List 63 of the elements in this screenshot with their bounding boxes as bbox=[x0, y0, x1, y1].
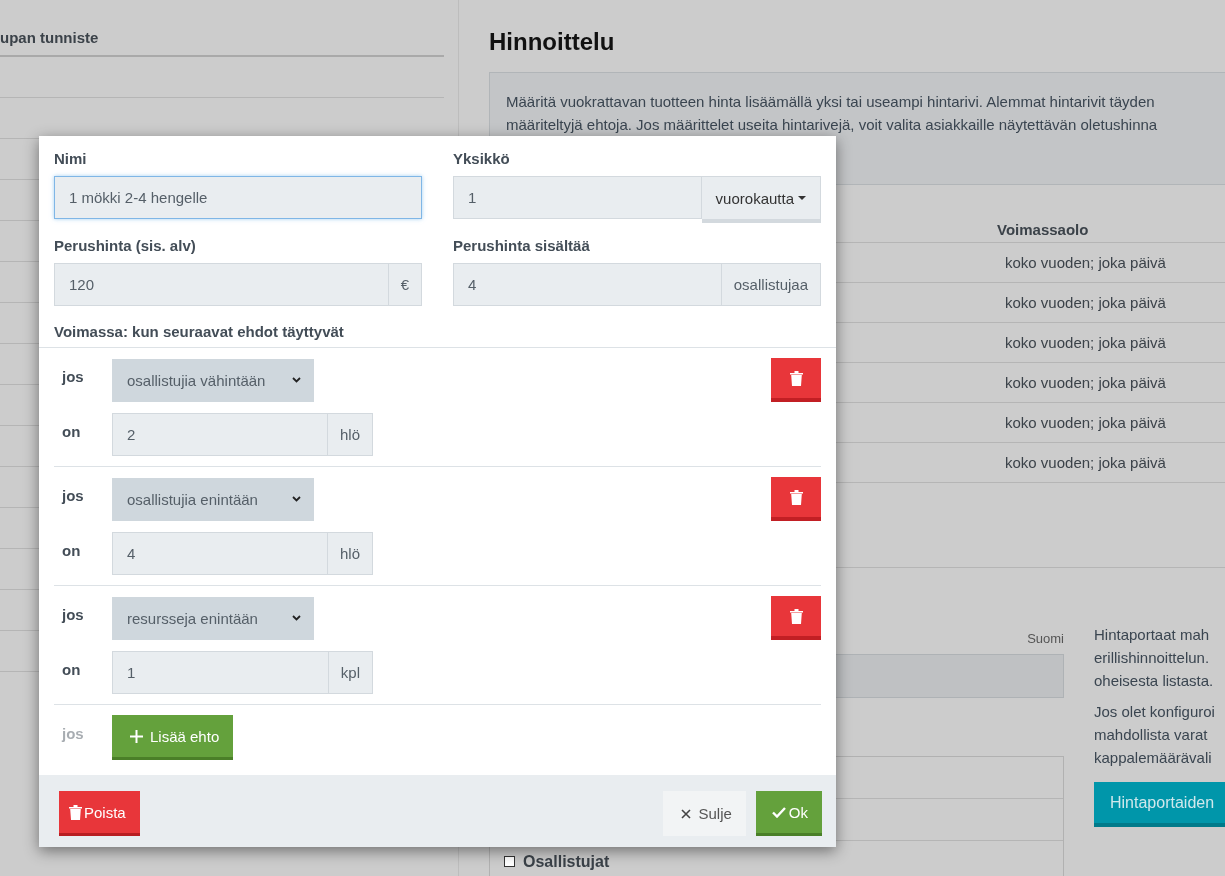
field-label: Yksikkö bbox=[453, 150, 511, 167]
unit-addon: kpl bbox=[328, 651, 373, 694]
trash-icon bbox=[789, 608, 803, 624]
input-field[interactable]: 4 bbox=[453, 263, 722, 306]
delete-button[interactable]: Poista bbox=[59, 791, 140, 836]
option-label: Osallistujat bbox=[523, 852, 610, 871]
unit-addon: € bbox=[388, 263, 422, 306]
condition-select[interactable]: osallistujia enintään bbox=[112, 477, 314, 521]
delete-button[interactable] bbox=[771, 477, 821, 521]
tiers-button[interactable]: Hintaportaiden bbox=[1094, 782, 1225, 827]
unit-addon: osallistujaa bbox=[721, 263, 821, 306]
info-text: määriteltyjä ehtoja. Jos määrittelet useita hintarivejä, voit valita asiakkaille näytettävän oletushinna bbox=[506, 115, 1159, 135]
is-label: on bbox=[61, 422, 82, 440]
is-label: on bbox=[61, 660, 82, 678]
chevron-icon bbox=[292, 377, 301, 383]
table-cell-text: koko vuoden; joka päivä bbox=[1004, 254, 1166, 271]
table-cell-text: koko vuoden; joka päivä bbox=[1004, 334, 1166, 351]
ok-button[interactable]: Ok bbox=[755, 791, 822, 836]
section-title: Hinnoittelu bbox=[489, 28, 616, 56]
delete-button[interactable] bbox=[771, 596, 821, 640]
condition-select[interactable]: resursseja enintään bbox=[112, 596, 314, 640]
name-field[interactable]: 1 mökki 2-4 hengelle bbox=[54, 176, 422, 219]
add-condition-button[interactable]: Lisää ehto bbox=[112, 715, 234, 760]
trash-icon bbox=[789, 489, 803, 505]
table-cell-text: koko vuoden; joka päivä bbox=[1004, 454, 1166, 471]
input-field[interactable]: 1 bbox=[453, 176, 702, 219]
column-heading: upan tunniste bbox=[0, 29, 444, 57]
help-text: Jos olet konfiguroi mahdollista varat kappalemäärävali bbox=[1094, 702, 1216, 768]
input-field[interactable]: 1 bbox=[112, 651, 329, 694]
delete-button[interactable] bbox=[771, 358, 821, 402]
language-label: Suomi bbox=[1026, 631, 1064, 646]
input-field[interactable]: 120 bbox=[54, 263, 389, 306]
checkbox[interactable] bbox=[504, 856, 515, 867]
help-text: Hintaportaat mah erillishinnoittelun. oheisesta listasta. bbox=[1094, 625, 1215, 691]
close-icon bbox=[681, 808, 692, 819]
trash-icon bbox=[789, 370, 803, 386]
conditions-heading: Voimassa: kun seuraavat ehdot täyttyvät bbox=[54, 323, 345, 342]
caret-icon bbox=[798, 196, 806, 200]
condition-select[interactable]: osallistujia vähintään bbox=[112, 358, 314, 402]
field-label: Perushinta (sis. alv) bbox=[54, 237, 197, 254]
field-label: Perushinta sisältää bbox=[453, 237, 591, 254]
if-label: jos bbox=[60, 486, 85, 504]
chevron-icon bbox=[292, 615, 301, 621]
if-label: jos bbox=[60, 605, 85, 623]
if-label: jos bbox=[60, 724, 85, 742]
input-field[interactable]: 2 bbox=[112, 413, 328, 456]
unit-addon: hlö bbox=[327, 413, 373, 456]
unit-dropdown[interactable]: vuorokautta bbox=[701, 176, 821, 223]
column-header: Voimassaolo bbox=[997, 221, 1089, 238]
plus-icon bbox=[130, 729, 143, 743]
table-cell-text: koko vuoden; joka päivä bbox=[1004, 294, 1166, 311]
input-field[interactable]: 4 bbox=[112, 532, 328, 575]
unit-addon: hlö bbox=[327, 532, 373, 575]
close-button[interactable]: Sulje bbox=[663, 791, 746, 836]
chevron-icon bbox=[292, 496, 301, 502]
field-label: Nimi bbox=[54, 150, 88, 167]
table-cell-text: koko vuoden; joka päivä bbox=[1004, 414, 1166, 431]
table-cell-text: koko vuoden; joka päivä bbox=[1004, 374, 1166, 391]
check-icon bbox=[771, 806, 786, 818]
is-label: on bbox=[61, 541, 82, 559]
if-label: jos bbox=[60, 367, 85, 385]
info-text: Määritä vuokrattavan tuotteen hinta lisäämällä yksi tai useampi hintarivi. Alemmat hintarivit täyden bbox=[506, 92, 1156, 112]
trash-icon bbox=[69, 804, 82, 820]
